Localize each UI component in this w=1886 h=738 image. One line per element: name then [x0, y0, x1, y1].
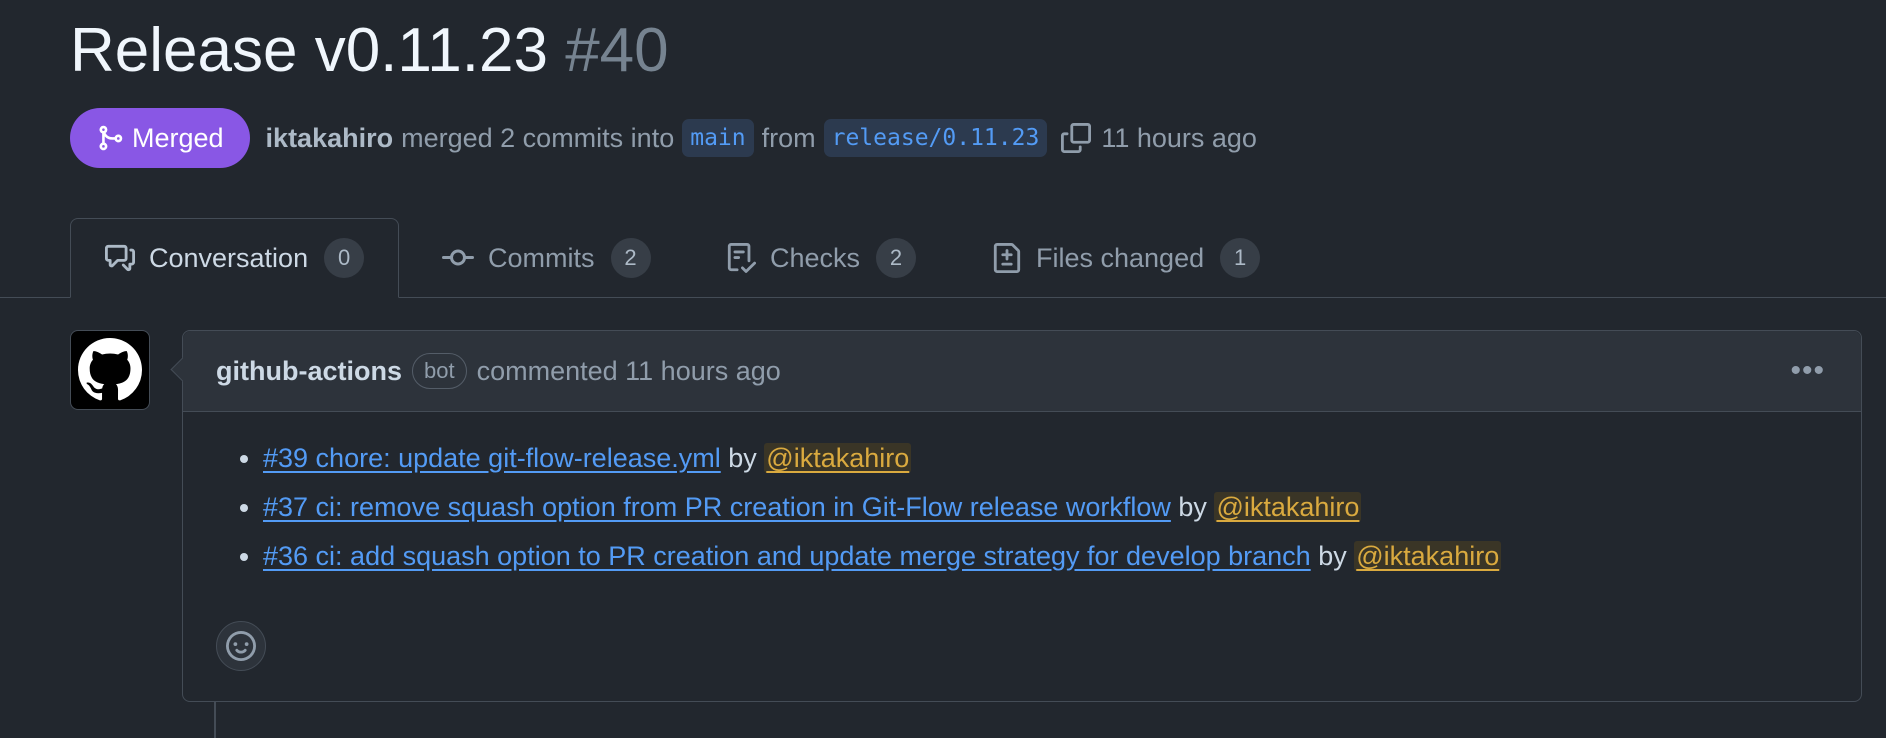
- add-reaction-button[interactable]: [216, 621, 266, 671]
- pr-author-link[interactable]: iktakahiro: [266, 123, 394, 154]
- user-mention[interactable]: @iktakahiro: [764, 443, 912, 473]
- comment-box: github-actions bot commented 11 hours ag…: [170, 330, 1862, 702]
- tab-commits-count: 2: [610, 238, 651, 278]
- from-text: from: [761, 122, 816, 153]
- by-text: by: [1178, 492, 1207, 522]
- list-item: #39 chore: update git-flow-release.yml b…: [263, 434, 1861, 483]
- pull-request-page: Release v0.11.23 #40 Merged iktakahiro m…: [0, 0, 1886, 738]
- merged-state-badge: Merged: [70, 108, 250, 168]
- user-mention[interactable]: @iktakahiro: [1354, 541, 1502, 571]
- base-branch[interactable]: main: [682, 119, 754, 157]
- user-mention[interactable]: @iktakahiro: [1214, 492, 1362, 522]
- github-mark-icon: [78, 338, 142, 401]
- tab-commits-label: Commits: [488, 242, 595, 273]
- git-merge-icon: [99, 125, 123, 151]
- pr-number: #40: [565, 16, 669, 85]
- copy-icon[interactable]: [1061, 123, 1092, 153]
- merged-label: Merged: [132, 122, 224, 153]
- tab-conversation-count: 0: [324, 238, 365, 278]
- comment-discussion-icon: [105, 244, 135, 272]
- tab-conversation-label: Conversation: [149, 242, 309, 273]
- kebab-menu-icon[interactable]: •••: [1790, 331, 1825, 411]
- list-item: #37 ci: remove squash option from PR cre…: [263, 483, 1861, 532]
- pr-link[interactable]: #36 ci: add squash option to PR creation…: [263, 541, 1311, 571]
- comment-header: github-actions bot commented 11 hours ag…: [183, 331, 1861, 412]
- merged-text: merged 2 commits into: [401, 122, 675, 153]
- head-branch[interactable]: release/0.11.23: [823, 119, 1048, 157]
- by-text: by: [728, 443, 757, 473]
- list-item: #36 ci: add squash option to PR creation…: [263, 532, 1861, 581]
- checklist-icon: [727, 243, 756, 273]
- pr-link[interactable]: #39 chore: update git-flow-release.yml: [263, 443, 721, 473]
- pr-state-row: Merged iktakahiro merged 2 commits into …: [70, 108, 1257, 168]
- pr-title: Release v0.11.23: [70, 16, 548, 85]
- bot-badge: bot: [411, 353, 467, 389]
- timeline-line: [214, 702, 216, 738]
- tab-conversation[interactable]: Conversation 0: [70, 218, 400, 298]
- comment-timestamp[interactable]: commented 11 hours ago: [477, 356, 781, 387]
- smiley-icon: [226, 631, 256, 661]
- tab-checks-count: 2: [876, 238, 917, 278]
- pr-link[interactable]: #37 ci: remove squash option from PR cre…: [263, 492, 1171, 522]
- tab-checks[interactable]: Checks 2: [726, 218, 917, 298]
- tab-commits[interactable]: Commits 2: [442, 218, 651, 298]
- by-text: by: [1318, 541, 1347, 571]
- git-commit-icon: [442, 249, 474, 266]
- tab-files-changed-count: 1: [1220, 238, 1261, 278]
- tab-files-changed-label: Files changed: [1036, 242, 1205, 273]
- tab-files-changed[interactable]: Files changed 1: [992, 218, 1261, 298]
- merged-time[interactable]: 11 hours ago: [1101, 123, 1257, 154]
- changes-list: #39 chore: update git-flow-release.yml b…: [211, 434, 1861, 581]
- tab-checks-label: Checks: [770, 242, 861, 273]
- comment-body: #39 chore: update git-flow-release.yml b…: [183, 412, 1861, 581]
- page-title: Release v0.11.23 #40: [70, 10, 669, 92]
- file-diff-icon: [993, 243, 1021, 273]
- pr-tabs: Conversation 0 Commits 2 Checks 2 Files …: [0, 218, 1886, 298]
- comment-author-link[interactable]: github-actions: [216, 356, 402, 387]
- avatar[interactable]: [70, 330, 150, 410]
